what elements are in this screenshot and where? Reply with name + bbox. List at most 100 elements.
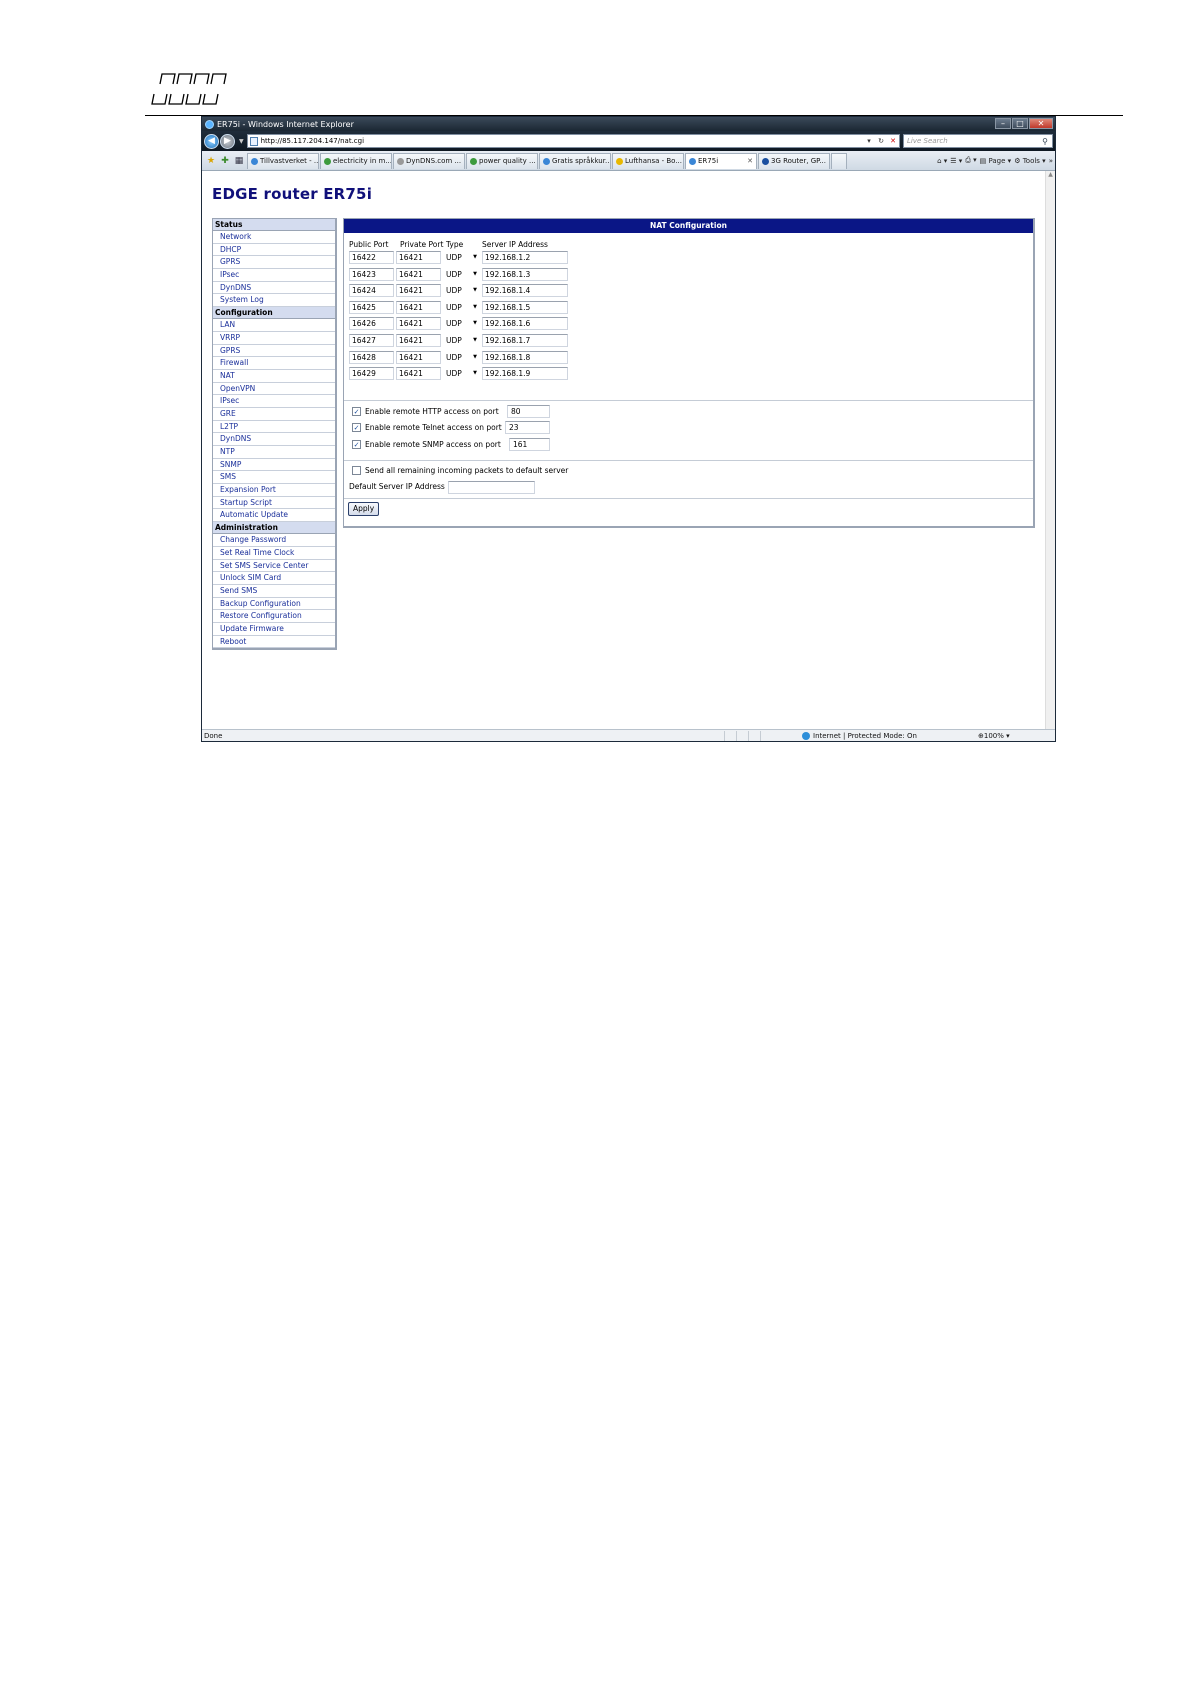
private-port-field[interactable]: 16421	[396, 251, 441, 264]
zoom-level[interactable]: ⊕100% ▾	[978, 732, 1010, 740]
chevron-more-icon[interactable]: »	[1049, 157, 1053, 165]
default-server-checkbox[interactable]	[352, 465, 361, 475]
server-ip-field[interactable]: 192.168.1.5	[482, 300, 568, 314]
menu-item-lan[interactable]: LAN	[213, 319, 335, 332]
public-port-field[interactable]: 16429	[349, 367, 394, 381]
server-ip-field[interactable]: 192.168.1.6	[482, 317, 568, 331]
stop-icon[interactable]: ✕	[887, 135, 899, 147]
menu-item-automatic-update[interactable]: Automatic Update	[213, 509, 335, 523]
search-input[interactable]: Live Search ⚲	[903, 134, 1053, 148]
tools-menu-button[interactable]: ⚙ Tools ▾	[1014, 157, 1046, 165]
server-ip-field[interactable]: 192.168.1.3	[482, 267, 568, 281]
menu-item-sms[interactable]: SMS	[213, 471, 335, 485]
private-port-field[interactable]: 16421	[396, 350, 441, 364]
remote-access-row[interactable]: ✓ Enable remote HTTP access on port 80	[352, 404, 552, 418]
remote-access-row[interactable]: ✓ Enable remote SNMP access on port 161	[352, 437, 552, 451]
menu-item-set-real-time-clock[interactable]: Set Real Time Clock	[213, 547, 335, 560]
protocol-select[interactable]: UDP ▼	[444, 251, 480, 264]
menu-item-restore-configuration[interactable]: Restore Configuration	[213, 610, 335, 623]
history-dropdown-icon[interactable]: ▼	[239, 138, 244, 145]
server-ip-field[interactable]: 192.168.1.7	[482, 334, 568, 347]
menu-item-dyndns[interactable]: DynDNS	[213, 282, 335, 295]
remote-port-field[interactable]: 23	[505, 421, 550, 435]
menu-item-dhcp[interactable]: DHCP	[213, 244, 335, 257]
menu-item-reboot[interactable]: Reboot	[213, 636, 335, 649]
private-port-field[interactable]: 16421	[396, 317, 441, 331]
home-icon[interactable]: ⌂ ▾	[937, 157, 947, 165]
maximize-icon[interactable]: □	[1012, 118, 1028, 129]
private-port-field[interactable]: 16421	[396, 300, 441, 314]
remote-access-checkbox[interactable]: ✓	[352, 423, 361, 433]
protocol-select[interactable]: UDP ▼	[444, 334, 480, 347]
menu-item-l2tp[interactable]: L2TP	[213, 421, 335, 434]
remote-port-field[interactable]: 161	[509, 437, 550, 451]
refresh-icon[interactable]: ↻	[875, 135, 887, 147]
tab-dyndns[interactable]: DynDNS.com ...	[393, 152, 465, 169]
tab-close-icon[interactable]: ✕	[747, 157, 753, 165]
remote-access-row[interactable]: ✓ Enable remote Telnet access on port 23	[352, 421, 552, 435]
menu-item-network[interactable]: Network	[213, 231, 335, 244]
tab-er75i[interactable]: ER75i ✕	[685, 152, 757, 169]
page-menu-button[interactable]: ▤ Page ▾	[980, 157, 1012, 165]
private-port-field[interactable]: 16421	[396, 284, 441, 298]
scroll-up-icon[interactable]: ▲	[1046, 171, 1055, 178]
menu-item-system-log[interactable]: System Log	[213, 294, 335, 308]
menu-item-change-password[interactable]: Change Password	[213, 534, 335, 547]
tab-lufthansa[interactable]: Lufthansa - Bo...	[612, 152, 684, 169]
public-port-field[interactable]: 16428	[349, 350, 394, 364]
url-field[interactable]: http://85.117.204.147/nat.cgi ▾ ↻ ✕	[246, 134, 900, 148]
close-icon[interactable]: ✕	[1029, 118, 1053, 129]
menu-item-update-firmware[interactable]: Update Firmware	[213, 623, 335, 636]
public-port-field[interactable]: 16423	[349, 267, 394, 281]
server-ip-field[interactable]: 192.168.1.9	[482, 367, 568, 381]
server-ip-field[interactable]: 192.168.1.4	[482, 284, 568, 298]
server-ip-field[interactable]: 192.168.1.8	[482, 350, 568, 364]
public-port-field[interactable]: 16425	[349, 300, 394, 314]
private-port-field[interactable]: 16421	[396, 334, 441, 347]
private-port-field[interactable]: 16421	[396, 367, 441, 381]
default-server-option[interactable]: Send all remaining incoming packets to d…	[352, 463, 568, 477]
protocol-select[interactable]: UDP ▼	[444, 367, 480, 380]
protocol-select[interactable]: UDP ▼	[444, 301, 480, 314]
menu-item-ipsec[interactable]: IPsec	[213, 269, 335, 282]
menu-item-dyndns[interactable]: DynDNS	[213, 433, 335, 446]
menu-item-gprs[interactable]: GPRS	[213, 345, 335, 358]
public-port-field[interactable]: 16427	[349, 334, 394, 347]
menu-item-expansion-port[interactable]: Expansion Port	[213, 484, 335, 497]
menu-item-send-sms[interactable]: Send SMS	[213, 585, 335, 598]
server-ip-field[interactable]: 192.168.1.2	[482, 251, 568, 264]
tab-tillvastverket[interactable]: Tillvastverket - ...	[247, 152, 319, 169]
back-icon[interactable]: ◀	[204, 133, 219, 149]
private-port-field[interactable]: 16421	[396, 267, 441, 281]
menu-item-nat[interactable]: NAT	[213, 370, 335, 383]
protocol-select[interactable]: UDP ▼	[444, 351, 480, 364]
security-zone[interactable]: Internet | Protected Mode: On	[802, 731, 972, 740]
new-tab-button[interactable]	[831, 152, 847, 169]
url-dropdown-icon[interactable]: ▾	[863, 135, 875, 147]
add-favorites-icon[interactable]: ✚	[218, 154, 232, 168]
tab-3g-router[interactable]: 3G Router, GP...	[758, 152, 830, 169]
menu-item-ntp[interactable]: NTP	[213, 446, 335, 459]
default-server-ip-field[interactable]	[448, 481, 535, 494]
url-text[interactable]: http://85.117.204.147/nat.cgi	[261, 137, 863, 145]
protocol-select[interactable]: UDP ▼	[444, 284, 480, 297]
protocol-select[interactable]: UDP ▼	[444, 317, 480, 330]
favorites-star-icon[interactable]: ★	[204, 154, 218, 168]
tab-power-quality[interactable]: power quality ...	[466, 152, 538, 169]
apply-button[interactable]: Apply	[348, 502, 380, 516]
remote-access-checkbox[interactable]: ✓	[352, 439, 361, 449]
menu-item-openvpn[interactable]: OpenVPN	[213, 383, 335, 396]
remote-access-checkbox[interactable]: ✓	[352, 406, 361, 416]
public-port-field[interactable]: 16424	[349, 284, 394, 298]
public-port-field[interactable]: 16422	[349, 251, 394, 264]
tab-electricity[interactable]: electricity in m...	[320, 152, 392, 169]
forward-icon[interactable]: ▶	[220, 133, 235, 149]
menu-item-vrrp[interactable]: VRRP	[213, 332, 335, 345]
menu-item-firewall[interactable]: Firewall	[213, 357, 335, 370]
menu-item-gprs[interactable]: GPRS	[213, 256, 335, 270]
menu-item-unlock-sim-card[interactable]: Unlock SIM Card	[213, 572, 335, 585]
menu-item-gre[interactable]: GRE	[213, 408, 335, 421]
remote-port-field[interactable]: 80	[507, 404, 550, 418]
vertical-scrollbar[interactable]: ▲	[1045, 171, 1055, 729]
minimize-icon[interactable]: –	[995, 118, 1011, 129]
